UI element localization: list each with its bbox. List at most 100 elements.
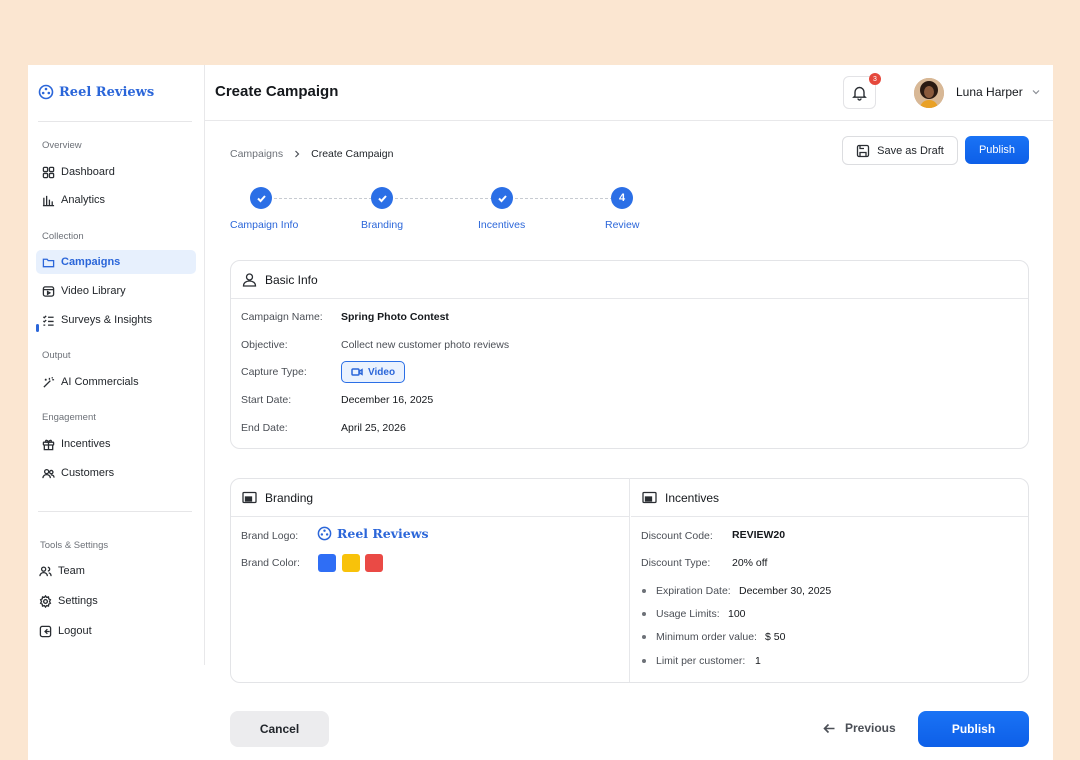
step-1-complete[interactable] (250, 187, 272, 209)
video-camera-icon (351, 368, 363, 376)
step-3-label[interactable]: Incentives (478, 219, 525, 231)
step-2-complete[interactable] (371, 187, 393, 209)
capture-type-chip: Video (341, 361, 406, 383)
card-column-divider (629, 478, 630, 682)
sidebar-item-video-library[interactable]: Video Library (36, 279, 196, 303)
incentives-header: Incentives (631, 479, 1028, 517)
sidebar-divider (38, 121, 192, 122)
discount-code-value: REVIEW20 (732, 529, 786, 541)
cancel-button[interactable]: Cancel (230, 711, 329, 747)
brand-logo[interactable]: Reel Reviews (38, 84, 154, 100)
video-library-icon (42, 285, 55, 297)
notification-count-badge: 3 (869, 73, 881, 85)
chevron-down-icon[interactable] (1031, 87, 1041, 97)
sidebar-item-customers[interactable]: Customers (36, 461, 196, 485)
objective-label: Objective: (241, 339, 288, 351)
brand-color-swatch-red (365, 554, 383, 572)
objective-value: Collect new customer photo reviews (341, 339, 510, 351)
progress-stepper: Campaign Info Branding Incentives 4 Revi… (230, 187, 650, 237)
discount-code-label: Discount Code: (641, 530, 713, 542)
sidebar-divider (38, 511, 192, 512)
step-connector (274, 198, 372, 199)
list-bullet (642, 589, 646, 593)
step-connector (515, 198, 613, 199)
sidebar-item-surveys-insights[interactable]: Surveys & Insights (36, 308, 196, 332)
sidebar-item-logout[interactable]: Logout (33, 619, 193, 643)
sidebar-section-output: Output (42, 350, 71, 361)
user-icon (242, 273, 257, 287)
avatar-portrait (914, 78, 944, 108)
discount-type-label: Discount Type: (641, 557, 711, 569)
user-name[interactable]: Luna Harper (956, 85, 1023, 99)
page-title: Create Campaign (215, 83, 339, 100)
check-icon (256, 194, 266, 202)
limit-per-customer-value: 1 (755, 655, 761, 667)
gear-icon (39, 594, 52, 608)
grid-icon (42, 166, 55, 178)
sidebar-item-label: AI Commercials (61, 376, 139, 388)
sidebar-item-analytics[interactable]: Analytics (36, 188, 196, 212)
breadcrumb: Campaigns Create Campaign (230, 148, 393, 160)
previous-button[interactable]: Previous (823, 721, 896, 735)
sidebar-item-team[interactable]: Team (33, 559, 193, 583)
users-icon (42, 468, 55, 478)
list-bullet (642, 612, 646, 616)
sidebar-section-engagement: Engagement (42, 412, 96, 423)
publish-button-bottom[interactable]: Publish (918, 711, 1029, 747)
start-date-label: Start Date: (241, 394, 292, 406)
publish-button-top[interactable]: Publish (965, 136, 1029, 164)
previous-label: Previous (845, 721, 896, 735)
brand-logo-label: Brand Logo: (241, 530, 299, 542)
min-order-label: Minimum order value: (656, 631, 757, 643)
step-1-label[interactable]: Campaign Info (230, 219, 298, 231)
usage-limits-label: Usage Limits: (656, 608, 720, 620)
sidebar-item-settings[interactable]: Settings (33, 589, 193, 613)
team-icon (39, 565, 52, 576)
capture-type-value: Video (368, 366, 396, 378)
sidebar-item-dashboard[interactable]: Dashboard (36, 160, 196, 184)
brand-name: Reel Reviews (59, 84, 155, 100)
sidebar-section-collection: Collection (42, 231, 84, 242)
branding-title: Branding (265, 490, 314, 505)
save-draft-label: Save as Draft (877, 144, 944, 157)
sidebar-item-ai-commercials[interactable]: AI Commercials (36, 370, 196, 394)
folder-icon (42, 258, 55, 267)
sidebar-item-label: Surveys & Insights (61, 314, 153, 326)
list-bullet (642, 659, 646, 663)
gift-icon (42, 439, 55, 450)
sidebar-item-label: Analytics (61, 194, 106, 206)
step-connector (395, 198, 493, 199)
image-frame-icon (242, 491, 257, 504)
sidebar-section-overview: Overview (42, 140, 82, 151)
start-date-value: December 16, 2025 (341, 394, 434, 406)
chevron-right-icon (295, 150, 300, 158)
save-draft-button[interactable]: Save as Draft (842, 136, 958, 165)
sidebar-item-label: Video Library (61, 285, 126, 297)
end-date-value: April 25, 2026 (341, 422, 406, 434)
sidebar: Reel Reviews Overview Dashboard Analytic… (28, 65, 205, 665)
sidebar-item-incentives[interactable]: Incentives (36, 432, 196, 456)
checklist-icon (42, 314, 54, 326)
list-bullet (642, 635, 646, 639)
brand-logo-preview: Reel Reviews (317, 526, 429, 541)
step-4-label[interactable]: Review (605, 219, 639, 231)
expiration-date-value: December 30, 2025 (739, 585, 832, 597)
film-reel-icon (317, 526, 332, 541)
usage-limits-value: 100 (728, 608, 746, 620)
step-3-complete[interactable] (491, 187, 513, 209)
brand-color-swatch-yellow (342, 554, 360, 572)
step-2-label[interactable]: Branding (361, 219, 403, 231)
min-order-value: $ 50 (765, 631, 786, 643)
breadcrumb-current: Create Campaign (311, 148, 394, 160)
sidebar-item-campaigns[interactable]: Campaigns (36, 250, 196, 274)
step-4-current[interactable]: 4 (611, 187, 633, 209)
sidebar-item-label: Logout (58, 625, 92, 637)
sidebar-item-label: Campaigns (61, 256, 121, 268)
top-header: Create Campaign 3 Luna Harper (205, 65, 1053, 121)
arrow-left-icon (823, 723, 835, 733)
breadcrumb-link-campaigns[interactable]: Campaigns (230, 148, 283, 160)
brand-color-label: Brand Color: (241, 557, 300, 569)
magic-wand-icon (43, 376, 55, 388)
user-avatar[interactable] (914, 78, 944, 108)
sidebar-item-label: Incentives (61, 438, 111, 450)
